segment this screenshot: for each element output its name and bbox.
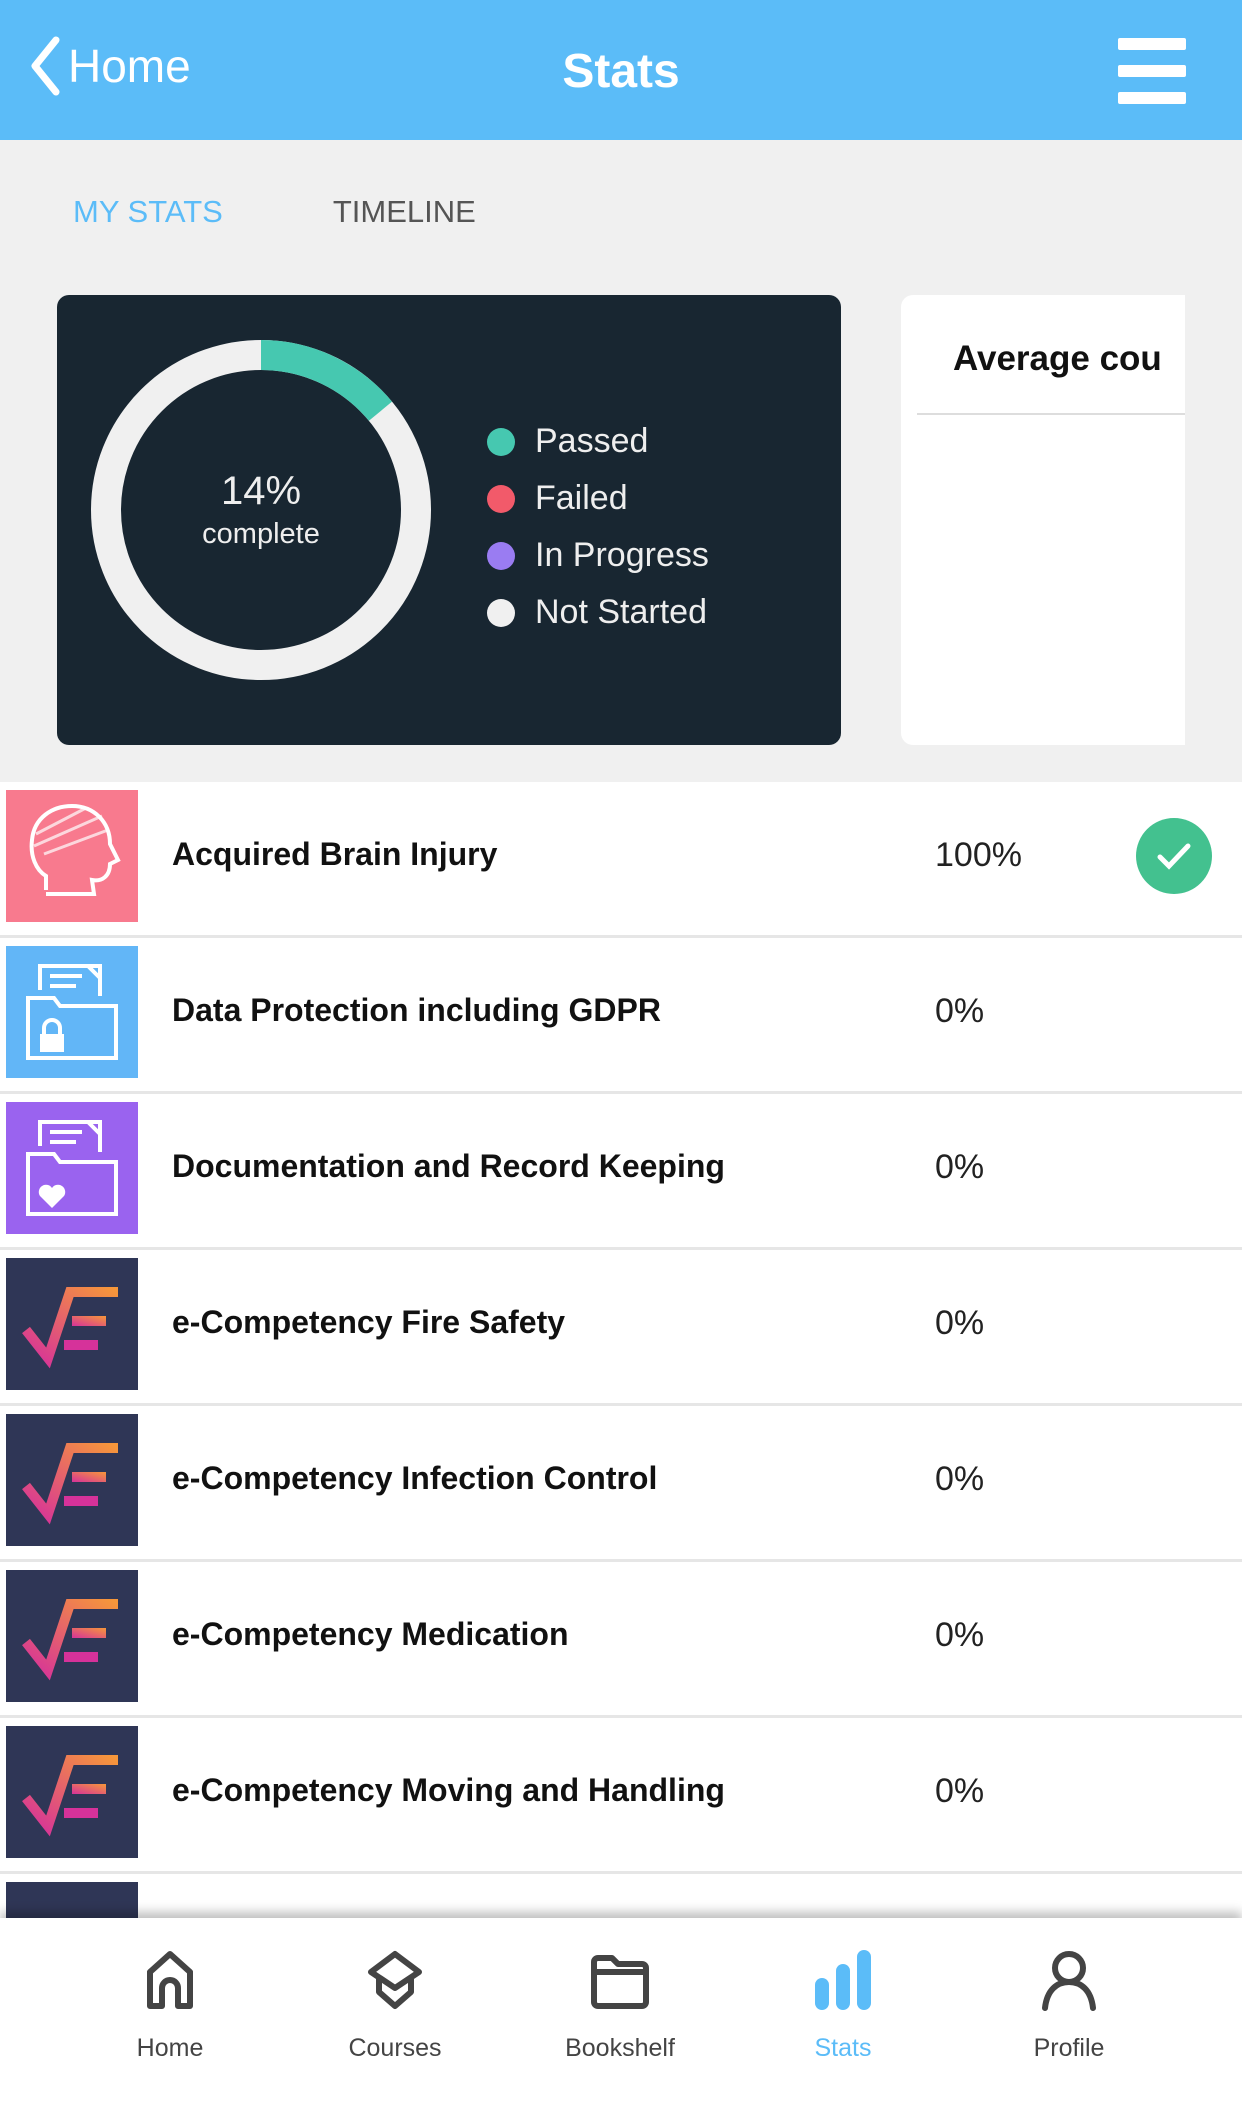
completion-card: 14% complete Passed Failed In Progress N… — [57, 295, 841, 745]
page-title: Stats — [562, 45, 680, 98]
course-list: Acquired Brain Injury 100% Data Protecti… — [0, 782, 1242, 2030]
course-percent: 0% — [935, 1616, 985, 1654]
e-competency-logo-icon — [6, 1258, 138, 1390]
divider — [917, 413, 1185, 415]
course-name: e-Competency Medication — [172, 1616, 569, 1652]
completion-percent: 14% — [220, 469, 302, 513]
nav-courses[interactable]: Courses — [295, 1948, 495, 2063]
bottom-nav: Home Courses Bookshelf Stats Profile — [0, 1918, 1242, 2108]
course-percent: 0% — [935, 1772, 985, 1810]
user-icon — [1042, 1951, 1096, 2011]
course-percent: 0% — [935, 1148, 985, 1186]
top-bar: Home Stats — [0, 0, 1242, 140]
e-competency-logo-icon — [6, 1414, 138, 1546]
course-percent: 0% — [935, 992, 985, 1030]
course-percent: 100% — [935, 836, 1022, 874]
hamburger-icon — [1118, 38, 1186, 50]
course-name: Data Protection including GDPR — [172, 992, 661, 1028]
course-percent: 0% — [935, 1460, 985, 1498]
legend-passed: Passed — [487, 413, 709, 470]
not-started-dot-icon — [487, 598, 515, 627]
home-icon — [147, 1951, 193, 2009]
average-card[interactable]: Average cou — [901, 295, 1185, 745]
course-row[interactable]: e-Competency Infection Control 0% — [0, 1406, 1242, 1562]
course-row[interactable]: Documentation and Record Keeping 0% — [0, 1094, 1242, 1250]
legend-in-progress: In Progress — [487, 527, 709, 584]
passed-dot-icon — [487, 427, 515, 456]
course-name: Documentation and Record Keeping — [172, 1148, 725, 1184]
course-name: e-Competency Fire Safety — [172, 1304, 566, 1340]
legend-not-started: Not Started — [487, 584, 709, 641]
legend-failed: Failed — [487, 470, 709, 527]
course-percent: 0% — [935, 1304, 985, 1342]
course-name: Acquired Brain Injury — [172, 836, 498, 872]
check-icon — [1136, 818, 1212, 894]
folder-lock-icon — [6, 946, 138, 1078]
course-row[interactable]: e-Competency Moving and Handling 0% — [0, 1718, 1242, 1874]
e-competency-logo-icon — [6, 1570, 138, 1702]
graduation-cap-icon — [368, 1951, 422, 2009]
course-row[interactable]: e-Competency Fire Safety 0% — [0, 1250, 1242, 1406]
head-bandage-icon — [6, 790, 138, 922]
failed-dot-icon — [487, 484, 515, 513]
legend: Passed Failed In Progress Not Started — [487, 413, 709, 641]
tab-timeline[interactable]: TIMELINE — [333, 194, 476, 230]
menu-button[interactable] — [1118, 38, 1186, 104]
nav-bookshelf[interactable]: Bookshelf — [520, 1948, 720, 2063]
course-row[interactable]: Acquired Brain Injury 100% — [0, 782, 1242, 938]
completion-label: complete — [202, 518, 320, 550]
course-row[interactable]: e-Competency Medication 0% — [0, 1562, 1242, 1718]
average-card-title: Average cou — [953, 339, 1162, 378]
nav-profile[interactable]: Profile — [969, 1948, 1169, 2063]
tab-my-stats[interactable]: MY STATS — [73, 194, 223, 230]
folder-icon — [591, 1955, 649, 2009]
stats-tabs: MY STATS TIMELINE — [73, 194, 476, 230]
course-row[interactable]: Data Protection including GDPR 0% — [0, 938, 1242, 1094]
bar-chart-icon — [815, 1950, 871, 2010]
e-competency-logo-icon — [6, 1726, 138, 1858]
nav-home[interactable]: Home — [70, 1948, 270, 2063]
in-progress-dot-icon — [487, 541, 515, 570]
nav-stats[interactable]: Stats — [743, 1948, 943, 2063]
folder-heart-icon — [6, 1102, 138, 1234]
course-name: e-Competency Moving and Handling — [172, 1772, 725, 1808]
donut-center: 14% complete — [91, 340, 431, 680]
course-name: e-Competency Infection Control — [172, 1460, 658, 1496]
